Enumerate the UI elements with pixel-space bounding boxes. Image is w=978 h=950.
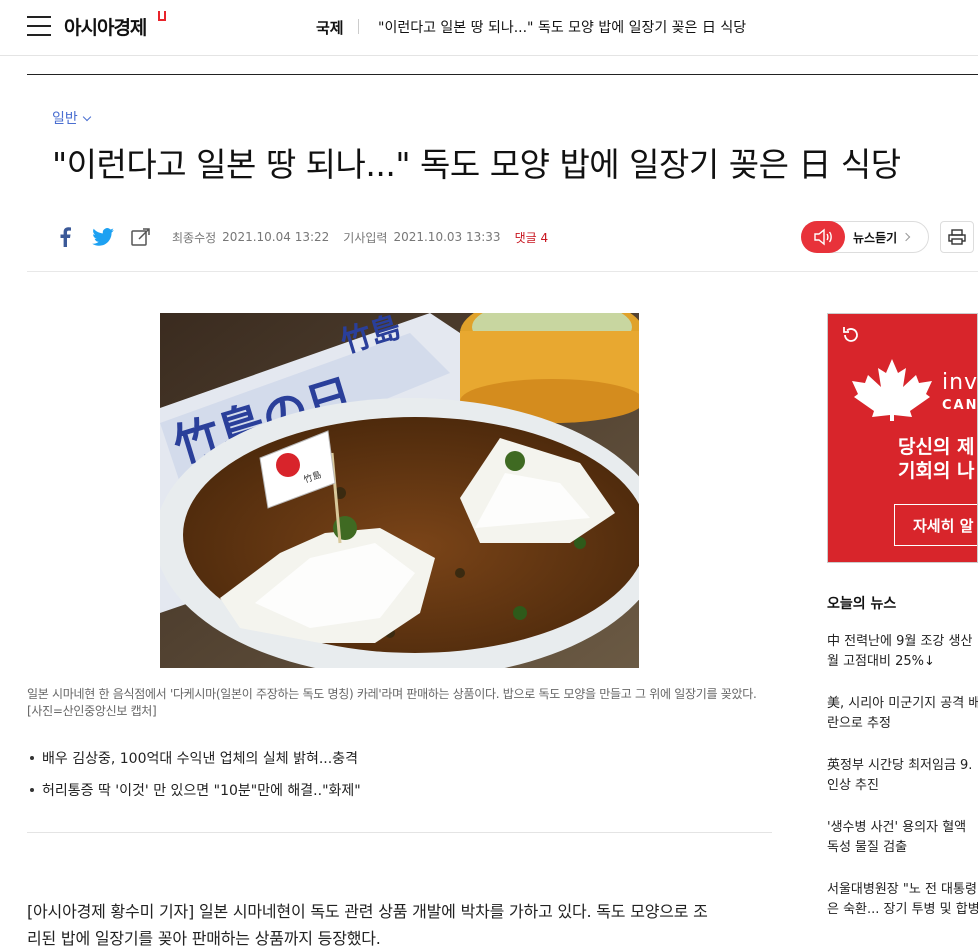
news-item-line: 은 숙환... 장기 투병 및 합병 [827,902,978,917]
news-item-line: 서울대병원장 "노 전 대통령 [827,882,977,897]
related-links: 배우 김상중, 100억대 수익낸 업체의 실체 밝혀...충격 허리통증 딱 … [30,748,361,812]
published-label: 기사입력 [343,230,388,245]
top-bar: 아시아경제 국제 "이런다고 일본 땅 되나..." 독도 모양 밥에 일장기 … [0,0,978,56]
header-rule [27,74,978,75]
ad-headline: 당신의 제 [898,436,975,458]
today-news-title: 오늘의 뉴스 [827,596,897,612]
site-logo[interactable]: 아시아경제 [64,13,147,40]
section-label[interactable]: 국제 [316,17,344,38]
article-body: [아시아경제 황수미 기자] 일본 시마네현이 독도 관련 상품 개발에 박차를… [27,898,772,950]
news-item-line: '생수병 사건' 용의자 혈액 [827,820,967,835]
article-title: "이런다고 일본 땅 되나..." 독도 모양 밥에 일장기 꽂은 日 식당 [52,145,901,184]
print-button[interactable] [940,221,974,253]
category-label: 일반 [52,111,78,127]
news-item-line: 월 고점대비 25%↓ [827,654,935,669]
ad-brand: inve [942,370,978,395]
listen-news-button[interactable]: 뉴스듣기 [801,221,929,253]
news-item[interactable]: 美, 시리아 미군기지 공격 배란으로 추정 [827,694,978,756]
related-link-label: 허리통증 딱 '이것' 만 있으면 "10분"만에 해결.."화제" [42,783,361,799]
twitter-share-icon[interactable] [90,224,116,250]
news-item-line: 英정부 시간당 최저임금 9. [827,758,973,773]
news-item[interactable]: '생수병 사건' 용의자 혈액독성 물질 검출 [827,818,978,880]
chevron-right-icon [901,232,911,242]
ad-headline: 기회의 나 [898,460,975,482]
related-link[interactable]: 배우 김상중, 100억대 수익낸 업체의 실체 밝혀...충격 [30,748,361,768]
article-photo: 竹島の日 竹島 竹島 [160,313,639,668]
sidebar-ad[interactable]: inve CAN 당신의 제 기회의 나 자세히 알 [827,313,978,563]
category-dropdown[interactable]: 일반 [52,108,92,128]
body-divider [27,832,772,833]
divider [358,19,359,34]
news-item-line: 독성 물질 검출 [827,840,908,855]
comments-link[interactable]: 댓글 4 [515,229,549,246]
listen-label: 뉴스듣기 [853,230,898,245]
menu-icon[interactable] [27,16,51,36]
speaker-icon [801,221,845,253]
ad-learn-more-button[interactable]: 자세히 알 [894,504,977,546]
modified-label: 최종수정 [172,230,217,245]
share-icon[interactable] [128,224,154,250]
body-line: [아시아경제 황수미 기자] 일본 시마네현이 독도 관련 상품 개발에 박차를… [27,902,708,921]
chevron-down-icon [82,112,92,122]
meta-divider [27,271,978,272]
news-item-line: 中 전력난에 9월 조강 생산 [827,634,973,649]
related-link-label: 배우 김상중, 100억대 수익낸 업체의 실체 밝혀...충격 [42,751,358,767]
news-item-line: 美, 시리아 미군기지 공격 배 [827,696,978,711]
bullet-icon [30,756,34,760]
maple-leaf-icon [852,359,932,421]
related-link[interactable]: 허리통증 딱 '이것' 만 있으면 "10분"만에 해결.."화제" [30,780,361,800]
news-item[interactable]: 中 전력난에 9월 조강 생산월 고점대비 25%↓ [827,632,978,694]
top-headline: "이런다고 일본 땅 되나..." 독도 모양 밥에 일장기 꽂은 日 식당 [378,20,747,36]
logo-mark-icon [158,11,166,21]
modified-date: 2021.10.04 13:22 [222,230,330,244]
article-meta: 최종수정 2021.10.04 13:22 기사입력 2021.10.03 13… [52,224,548,250]
published-date: 2021.10.03 13:33 [393,230,501,244]
replay-icon[interactable] [840,324,862,346]
news-item[interactable]: 英정부 시간당 최저임금 9. 인상 추진 [827,756,978,818]
print-icon [948,229,966,245]
photo-caption: 일본 시마네현 한 음식점에서 '다케시마(일본이 주장하는 독도 명칭) 카레… [27,687,757,718]
body-line: 리된 밥에 일장기를 꽂아 판매하는 상품까지 등장했다. [27,929,381,948]
ad-brand-sub: CAN [942,398,978,413]
news-item-line: 인상 추진 [827,778,879,793]
bullet-icon [30,788,34,792]
today-news-list: 中 전력난에 9월 조강 생산월 고점대비 25%↓ 美, 시리아 미군기지 공… [827,632,978,942]
news-item-line: 란으로 추정 [827,716,891,731]
facebook-share-icon[interactable] [52,224,78,250]
news-item[interactable]: 서울대병원장 "노 전 대통령은 숙환... 장기 투병 및 합병 [827,880,978,942]
